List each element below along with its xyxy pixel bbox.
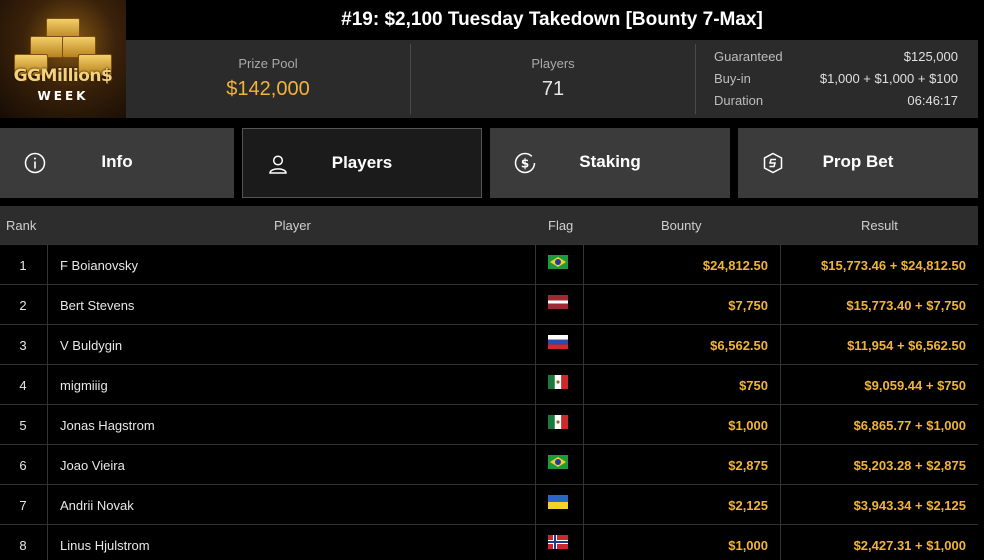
mexico-flag-icon [548, 415, 568, 429]
table-row[interactable]: 6 Joao Vieira $2,875 $5,203.28 + $2,875 [0, 444, 978, 484]
tab-staking[interactable]: $ Staking [490, 128, 730, 198]
rank-cell: 7 [19, 498, 27, 513]
prize-pool-label: Prize Pool [238, 56, 298, 71]
detail-label: Buy-in [714, 71, 751, 86]
tab-label: Staking [579, 152, 641, 171]
divider [695, 44, 696, 114]
brazil-flag-icon [548, 255, 568, 269]
result-cell: $9,059.44 + $750 [864, 378, 966, 393]
table-row[interactable]: 1 F Boianovsky $24,812.50 $15,773.46 + $24,… [0, 244, 978, 284]
rank-cell: 6 [19, 458, 27, 473]
rank-cell: 5 [19, 418, 27, 433]
detail-value: 06:46:17 [907, 93, 958, 108]
table-row[interactable]: 4 migmiiig $750 $9,059.44 + $750 [0, 364, 978, 404]
table-row[interactable]: 2 Bert Stevens $7,750 $15,773.40 + $7,750 [0, 284, 978, 324]
tournament-summary: Prize Pool $142,000 Players 71 Guarantee… [126, 40, 978, 118]
tab-info[interactable]: Info [0, 128, 234, 198]
detail-label: Guaranteed [714, 49, 783, 64]
russia-flag-icon [548, 335, 568, 349]
tournament-title-bar: #19: $2,100 Tuesday Takedown [Bounty 7-M… [126, 0, 978, 40]
prize-pool-stat: Prize Pool $142,000 [126, 40, 410, 118]
table-row[interactable]: 7 Andrii Novak $2,125 $3,943.34 + $2,125 [0, 484, 978, 524]
result-cell: $11,954 + $6,562.50 [847, 338, 966, 353]
rank-cell: 8 [19, 538, 27, 553]
table-row[interactable]: 8 Linus Hjulstrom $1,000 $2,427.31 + $1,000 [0, 524, 978, 560]
bounty-cell: $7,750 [728, 298, 768, 313]
logo-subtext: WEEK [37, 89, 89, 103]
tab-players[interactable]: Players [242, 128, 482, 198]
result-cell: $5,203.28 + $2,875 [853, 458, 966, 473]
rank-cell: 2 [19, 298, 27, 313]
player-name[interactable]: V Buldygin [60, 338, 122, 353]
bounty-cell: $2,125 [728, 498, 768, 513]
header-player: Player [274, 218, 311, 233]
detail-value: $125,000 [903, 49, 958, 64]
player-name[interactable]: Joao Vieira [60, 458, 125, 473]
tournament-title: #19: $2,100 Tuesday Takedown [Bounty 7-M… [341, 9, 763, 30]
result-cell: $15,773.40 + $7,750 [846, 298, 966, 313]
header-flag: Flag [548, 218, 574, 233]
tab-label: Players [331, 153, 393, 172]
prize-pool-value: $142,000 [226, 78, 310, 100]
divider [410, 44, 411, 114]
bounty-cell: $1,000 [728, 538, 768, 553]
brazil-flag-icon [548, 455, 568, 469]
bounty-cell: $6,562.50 [710, 338, 768, 353]
header-rank: Rank [6, 218, 37, 233]
latvia-flag-icon [548, 295, 568, 309]
tab-label: Prop Bet [822, 152, 894, 171]
logo-text: GGMillion$ [13, 66, 113, 86]
players-stat: Players 71 [412, 40, 694, 118]
result-cell: $6,865.77 + $1,000 [853, 418, 966, 433]
header-result: Result [861, 218, 898, 233]
rank-cell: 4 [19, 378, 27, 393]
header-bounty: Bounty [661, 218, 702, 233]
result-cell: $2,427.31 + $1,000 [853, 538, 966, 553]
player-name[interactable]: Linus Hjulstrom [60, 538, 150, 553]
rank-cell: 1 [19, 258, 27, 273]
players-label: Players [531, 56, 575, 71]
bounty-cell: $2,875 [728, 458, 768, 473]
tab-prop-bet[interactable]: Prop Bet [738, 128, 978, 198]
table-row[interactable]: 5 Jonas Hagstrom $1,000 $6,865.77 + $1,000 [0, 404, 978, 444]
tab-label: Info [101, 152, 133, 171]
player-name[interactable]: Andrii Novak [60, 498, 134, 513]
ukraine-flag-icon [548, 495, 568, 509]
players-value: 71 [541, 78, 565, 100]
mexico-flag-icon [548, 375, 568, 389]
player-name[interactable]: F Boianovsky [60, 258, 138, 273]
bounty-cell: $24,812.50 [702, 258, 768, 273]
norway-flag-icon [548, 535, 568, 549]
bounty-cell: $1,000 [728, 418, 768, 433]
player-name[interactable]: migmiiig [60, 378, 108, 393]
table-header: Rank Player Flag Bounty Result [0, 206, 978, 244]
event-logo: GGMillion$ WEEK [0, 0, 126, 118]
rank-cell: 3 [19, 338, 27, 353]
player-name[interactable]: Jonas Hagstrom [60, 418, 155, 433]
table-row[interactable]: 3 V Buldygin $6,562.50 $11,954 + $6,562.50 [0, 324, 978, 364]
result-cell: $3,943.34 + $2,125 [853, 498, 966, 513]
result-cell: $15,773.46 + $24,812.50 [821, 258, 966, 273]
detail-value: $1,000 + $1,000 + $100 [819, 71, 958, 86]
player-name[interactable]: Bert Stevens [60, 298, 134, 313]
detail-label: Duration [714, 93, 764, 108]
bounty-cell: $750 [739, 378, 768, 393]
